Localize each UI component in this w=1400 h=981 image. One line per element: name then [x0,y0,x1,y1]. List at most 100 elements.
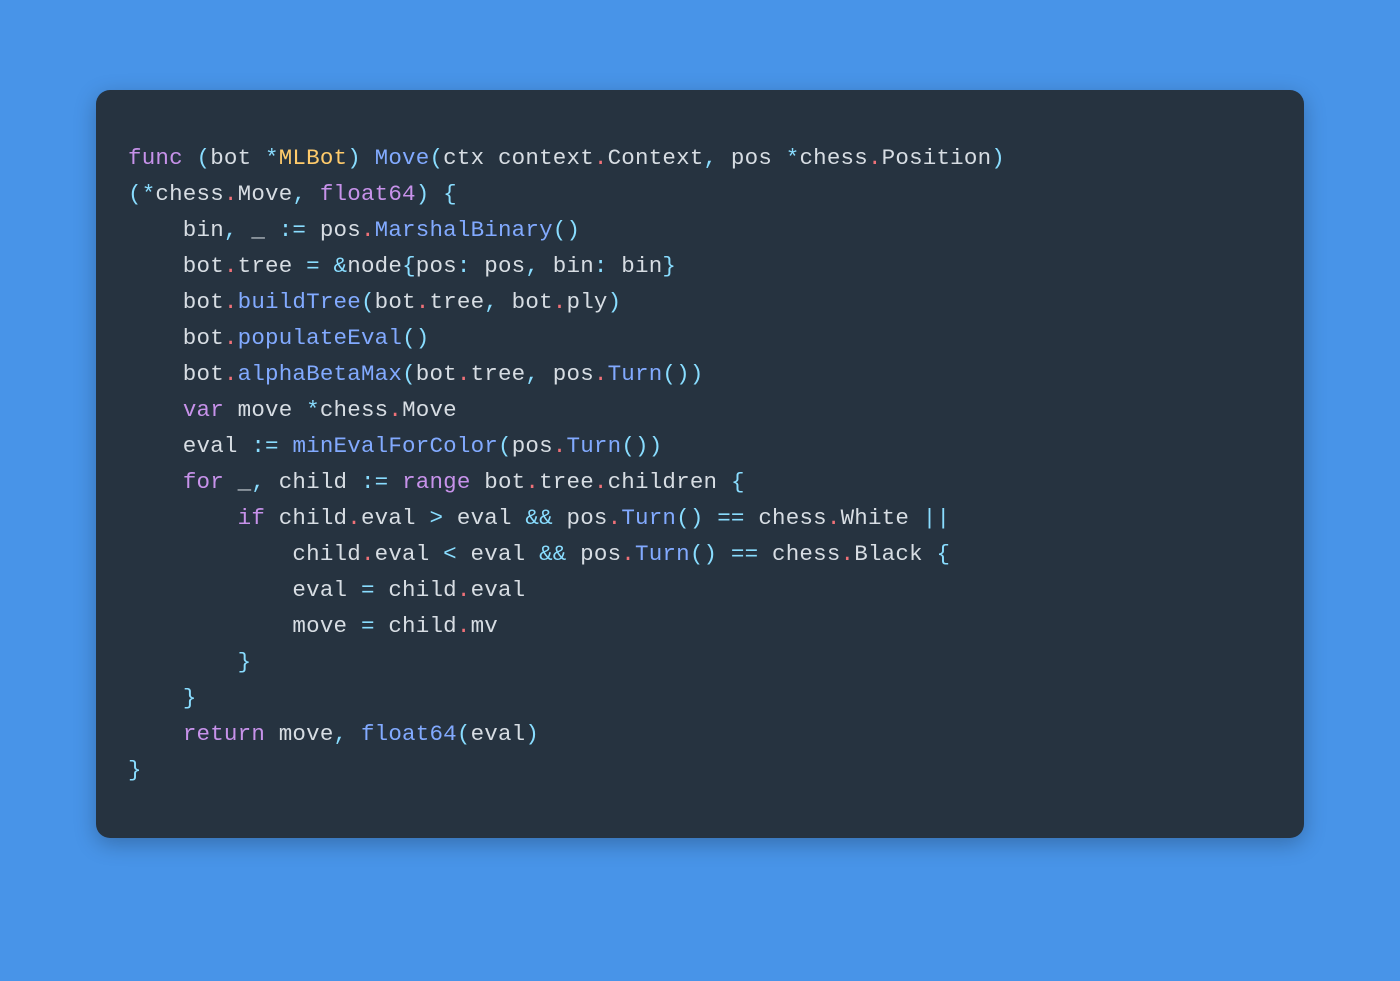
code-token: float64 [361,721,457,747]
code-token: } [128,757,142,783]
code-token: () [676,505,703,531]
code-token: . [347,505,361,531]
code-token: _ [238,469,252,495]
code-token: ( [429,145,443,171]
code-token: . [594,361,608,387]
code-token: . [457,613,471,639]
code-token: . [224,325,238,351]
code-token: eval [361,505,430,531]
code-token: . [361,217,375,243]
code-token: pos [512,433,553,459]
code-token: bot [128,289,224,315]
code-token: } [238,649,252,675]
code-token: ()) [662,361,703,387]
code-token: var [183,397,238,423]
code-token: : [457,253,471,279]
code-token [279,433,293,459]
code-token [128,469,183,495]
code-token: { [936,541,950,567]
code-token: chess [155,181,224,207]
code-token: * [265,145,279,171]
code-token: () [553,217,580,243]
code-token: . [525,469,539,495]
code-token: bot [128,253,224,279]
code-token: () [402,325,429,351]
code-token: Black [854,541,936,567]
code-token: bot [128,325,224,351]
code-token: tree [238,253,307,279]
code-token: ( [402,361,416,387]
code-token: node [347,253,402,279]
code-token: && [539,541,566,567]
code-card: func (bot *MLBot) Move(ctx context.Conte… [96,90,1304,838]
code-token: < [443,541,457,567]
code-token: move [279,721,334,747]
code-token: Turn [621,505,676,531]
code-token [1005,145,1019,171]
code-token: tree [539,469,594,495]
code-token: Move [402,397,457,423]
code-token: pos [471,253,526,279]
code-token: . [224,181,238,207]
code-token: . [553,289,567,315]
code-token: bot [484,469,525,495]
code-token: if [238,505,279,531]
code-token [717,541,731,567]
code-token: , [251,469,265,495]
code-token: * [306,397,320,423]
code-token: Turn [635,541,690,567]
code-token: := [279,217,306,243]
code-token: tree [429,289,484,315]
code-token: . [868,145,882,171]
code-token: ) [525,721,539,747]
code-token: & [334,253,348,279]
code-token: * [786,145,800,171]
code-token: pos [416,253,457,279]
code-token: eval [375,541,444,567]
code-token: move [128,613,361,639]
code-token: := [251,433,278,459]
code-token: { [731,469,745,495]
code-token: eval [128,433,251,459]
code-token: for [183,469,238,495]
code-token: && [525,505,552,531]
code-token: = [361,613,375,639]
code-token [429,181,443,207]
code-token: . [841,541,855,567]
code-token: , [525,253,539,279]
code-token: , [484,289,498,315]
code-token: child [375,577,457,603]
code-token: pos [306,217,361,243]
code-token: chess [758,541,840,567]
code-token: == [717,505,744,531]
code-token: populateEval [238,325,402,351]
code-token: mv [471,613,498,639]
code-token: eval [457,541,539,567]
code-token: : [594,253,608,279]
code-token: } [662,253,676,279]
code-token: eval [128,577,361,603]
code-token: . [416,289,430,315]
code-token: Position [882,145,992,171]
code-token: bin [539,253,594,279]
code-token: func [128,145,197,171]
code-token [128,721,183,747]
code-token: . [594,145,608,171]
code-token: float64 [320,181,416,207]
code-token: , [704,145,718,171]
code-token: || [923,505,950,531]
code-token: ()) [621,433,662,459]
code-token: Turn [567,433,622,459]
code-token: bin [128,217,224,243]
code-token: := [361,469,388,495]
code-token: { [443,181,457,207]
code-token: tree [471,361,526,387]
code-token: ) [991,145,1005,171]
code-token: , [224,217,238,243]
code-token: _ [238,217,279,243]
code-token: . [457,577,471,603]
code-token: . [553,433,567,459]
code-token: bin [608,253,663,279]
code-token: bot [375,289,416,315]
code-token: , [292,181,306,207]
